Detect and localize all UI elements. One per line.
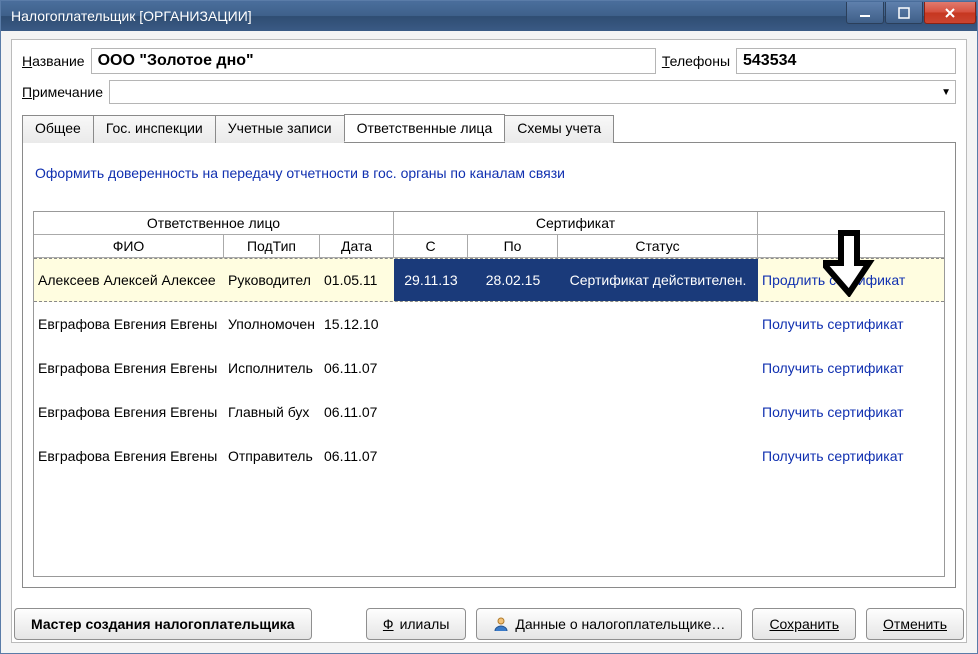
branches-button[interactable]: Филиалы [366, 608, 466, 640]
table-row[interactable]: Евграфова Евгения ЕвгеныИсполнитель06.11… [34, 346, 944, 390]
header-fio[interactable]: ФИО [34, 235, 224, 258]
cell-to: 28.02.15 [468, 259, 558, 301]
window-controls [846, 1, 977, 31]
cancel-button[interactable]: Отменить [866, 608, 964, 640]
cert-block [394, 390, 758, 433]
cell-type: Отправитель [224, 434, 320, 477]
cell-fio: Евграфова Евгения Евгены [34, 302, 224, 345]
cell-from [394, 434, 468, 477]
taxpayer-details-button[interactable]: Данные о налогоплательщике… [476, 608, 742, 640]
cert-block [394, 346, 758, 389]
maximize-button[interactable] [885, 2, 923, 24]
note-combo[interactable]: ▼ [109, 80, 956, 104]
table-row[interactable]: Алексеев Алексей АлексееРуководител01.05… [34, 258, 944, 302]
extend-certificate-link[interactable]: Продлить сертификат [762, 272, 905, 288]
cell-date: 15.12.10 [320, 302, 394, 345]
header-group-person: Ответственное лицо [34, 212, 394, 235]
cell-status [558, 302, 758, 345]
grid-header: Ответственное лицо Сертификат ФИО ПодТип… [34, 212, 944, 258]
taxpayer-wizard-button[interactable]: Мастер создания налогоплательщика [14, 608, 312, 640]
header-action [758, 235, 944, 258]
cell-to [468, 390, 558, 433]
titlebar: Налогоплательщик [ОРГАНИЗАЦИИ] [1, 1, 977, 31]
cell-date: 06.11.07 [320, 390, 394, 433]
phones-label: Телефоны [662, 53, 730, 69]
cell-fio: Евграфова Евгения Евгены [34, 346, 224, 389]
cell-fio: Евграфова Евгения Евгены [34, 390, 224, 433]
cert-block: 29.11.1328.02.15Сертификат действителен. [394, 259, 758, 301]
name-row: Название Телефоны [22, 48, 956, 74]
cell-from: 29.11.13 [394, 259, 468, 301]
tabstrip: Общее Гос. инспекции Учетные записи Отве… [22, 114, 956, 143]
table-row[interactable]: Евграфова Евгения ЕвгеныОтправитель06.11… [34, 434, 944, 478]
table-row[interactable]: Евграфова Евгения ЕвгеныУполномочен15.12… [34, 302, 944, 346]
app-window: Налогоплательщик [ОРГАНИЗАЦИИ] Название … [0, 0, 978, 654]
tab-responsible[interactable]: Ответственные лица [344, 114, 506, 142]
button-bar: Мастер создания налогоплательщика Филиал… [14, 608, 964, 640]
header-to[interactable]: По [468, 235, 558, 258]
cell-status [558, 346, 758, 389]
create-power-of-attorney-link[interactable]: Оформить доверенность на передачу отчетн… [35, 165, 945, 181]
header-group-action [758, 212, 944, 235]
save-button[interactable]: Сохранить [752, 608, 856, 640]
header-from[interactable]: С [394, 235, 468, 258]
main-panel: Название Телефоны Примечание ▼ Общее Гос… [11, 39, 967, 643]
tab-schemas[interactable]: Схемы учета [504, 115, 614, 143]
cell-to [468, 302, 558, 345]
tab-body: Оформить доверенность на передачу отчетн… [22, 143, 956, 588]
cell-date: 06.11.07 [320, 346, 394, 389]
cell-fio: Алексеев Алексей Алексее [34, 259, 224, 301]
cell-date: 06.11.07 [320, 434, 394, 477]
cell-action: Получить сертификат [758, 390, 944, 433]
cell-date: 01.05.11 [320, 259, 394, 301]
cell-from [394, 346, 468, 389]
cell-status [558, 390, 758, 433]
cell-type: Исполнитель [224, 346, 320, 389]
cell-to [468, 346, 558, 389]
minimize-button[interactable] [846, 2, 884, 24]
cell-fio: Евграфова Евгения Евгены [34, 434, 224, 477]
cell-status: Сертификат действителен. [558, 259, 758, 301]
name-input[interactable] [91, 48, 656, 74]
cert-block [394, 434, 758, 477]
cert-block [394, 302, 758, 345]
table-row[interactable]: Евграфова Евгения ЕвгеныГлавный бух06.11… [34, 390, 944, 434]
person-icon [493, 616, 509, 632]
cell-type: Уполномочен [224, 302, 320, 345]
header-date[interactable]: Дата [320, 235, 394, 258]
note-label: Примечание [22, 84, 103, 100]
cell-action: Получить сертификат [758, 434, 944, 477]
grid-body: Алексеев Алексей АлексееРуководител01.05… [34, 258, 944, 576]
phones-input[interactable] [736, 48, 956, 74]
cell-action: Получить сертификат [758, 302, 944, 345]
get-certificate-link[interactable]: Получить сертификат [762, 316, 904, 332]
note-row: Примечание ▼ [22, 80, 956, 104]
get-certificate-link[interactable]: Получить сертификат [762, 360, 904, 376]
cell-to [468, 434, 558, 477]
chevron-down-icon: ▼ [941, 87, 951, 98]
get-certificate-link[interactable]: Получить сертификат [762, 448, 904, 464]
cell-from [394, 302, 468, 345]
tab-general[interactable]: Общее [22, 115, 94, 143]
cell-status [558, 434, 758, 477]
header-type[interactable]: ПодТип [224, 235, 320, 258]
client-area: Название Телефоны Примечание ▼ Общее Гос… [1, 31, 977, 653]
header-status[interactable]: Статус [558, 235, 758, 258]
close-button[interactable] [924, 2, 976, 24]
name-label: Название [22, 53, 85, 69]
responsible-grid: Ответственное лицо Сертификат ФИО ПодТип… [33, 211, 945, 577]
cell-action: Продлить сертификат [758, 259, 944, 301]
window-title: Налогоплательщик [ОРГАНИЗАЦИИ] [11, 8, 846, 24]
header-group-cert: Сертификат [394, 212, 758, 235]
tab-inspections[interactable]: Гос. инспекции [93, 115, 216, 143]
get-certificate-link[interactable]: Получить сертификат [762, 404, 904, 420]
cell-action: Получить сертификат [758, 346, 944, 389]
cell-from [394, 390, 468, 433]
tab-accounts[interactable]: Учетные записи [215, 115, 345, 143]
cell-type: Руководител [224, 259, 320, 301]
cell-type: Главный бух [224, 390, 320, 433]
